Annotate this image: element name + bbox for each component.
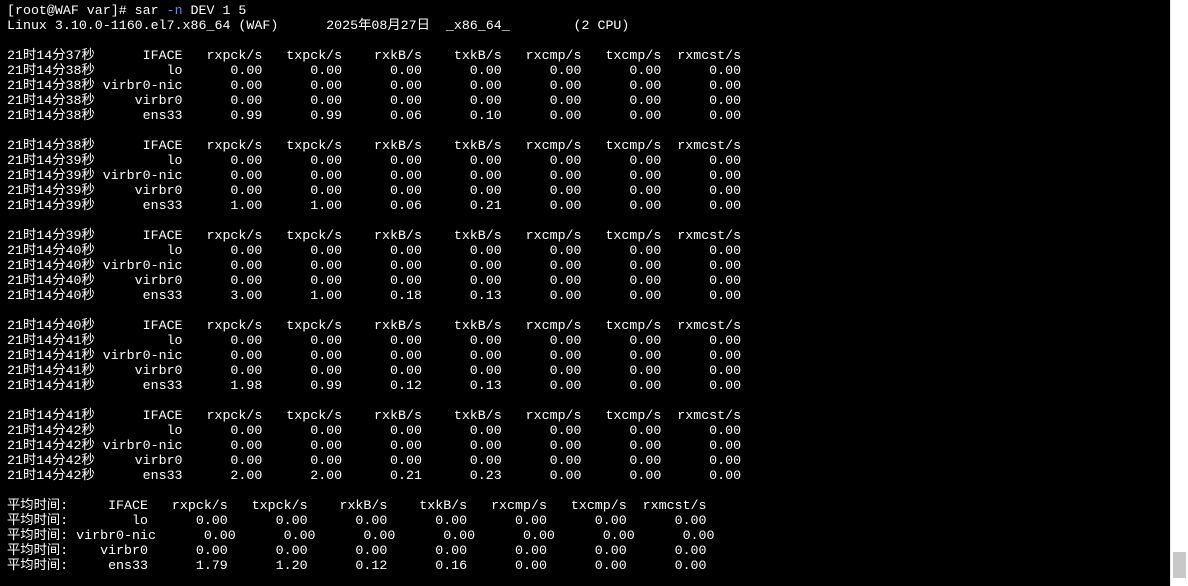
output-line: 21时14分41秒 ens33 1.98 0.99 0.12 0.13 0.00… [7,378,742,393]
output-line: 21时14分38秒 ens33 0.99 0.99 0.06 0.10 0.00… [7,108,742,123]
output-line: 21时14分42秒 virbr0 0.00 0.00 0.00 0.00 0.0… [7,453,742,468]
system-info-line: Linux 3.10.0-1160.el7.x86_64 (WAF) 2025年… [7,18,630,33]
output-line: 21时14分38秒 virbr0 0.00 0.00 0.00 0.00 0.0… [7,93,742,108]
output-line: 21时14分38秒 lo 0.00 0.00 0.00 0.00 0.00 0.… [7,63,742,78]
output-line: 平均时间: ens33 1.79 1.20 0.12 0.16 0.00 0.0… [7,558,707,573]
command-args: DEV 1 5 [182,3,247,18]
output-line: 21时14分40秒 virbr0 0.00 0.00 0.00 0.00 0.0… [7,273,742,288]
vertical-scrollbar[interactable] [1170,0,1188,586]
output-line: 21时14分40秒 ens33 3.00 1.00 0.18 0.13 0.00… [7,288,742,303]
output-line: 21时14分41秒 virbr0-nic 0.00 0.00 0.00 0.00… [7,348,742,363]
output-line: 平均时间: virbr0-nic 0.00 0.00 0.00 0.00 0.0… [7,528,715,543]
output-line: 21时14分39秒 IFACE rxpck/s txpck/s rxkB/s t… [7,228,742,243]
output-line: 平均时间: lo 0.00 0.00 0.00 0.00 0.00 0.00 0… [7,513,707,528]
command-line: [root@WAF var]# sar -n DEV 1 5 [7,3,1170,18]
output-line: 21时14分40秒 virbr0-nic 0.00 0.00 0.00 0.00… [7,258,742,273]
output-line: 21时14分40秒 IFACE rxpck/s txpck/s rxkB/s t… [7,318,742,333]
command-flag: -n [166,3,183,18]
output-line: 21时14分42秒 virbr0-nic 0.00 0.00 0.00 0.00… [7,438,742,453]
output-line: 21时14分39秒 ens33 1.00 1.00 0.06 0.21 0.00… [7,198,742,213]
output-line: 21时14分41秒 lo 0.00 0.00 0.00 0.00 0.00 0.… [7,333,742,348]
output-line: 21时14分38秒 IFACE rxpck/s txpck/s rxkB/s t… [7,138,742,153]
output-line: 21时14分38秒 virbr0-nic 0.00 0.00 0.00 0.00… [7,78,742,93]
command-name: sar [134,3,167,18]
output-line: 21时14分42秒 ens33 2.00 2.00 0.21 0.23 0.00… [7,468,742,483]
output-line: 21时14分39秒 virbr0 0.00 0.00 0.00 0.00 0.0… [7,183,742,198]
output-line: 21时14分37秒 IFACE rxpck/s txpck/s rxkB/s t… [7,48,742,63]
output-line: 21时14分41秒 IFACE rxpck/s txpck/s rxkB/s t… [7,408,742,423]
output-line: 平均时间: IFACE rxpck/s txpck/s rxkB/s txkB/… [7,498,707,513]
output-line: 21时14分40秒 lo 0.00 0.00 0.00 0.00 0.00 0.… [7,243,742,258]
terminal-output[interactable]: [root@WAF var]# sar -n DEV 1 5 Linux 3.1… [0,0,1170,586]
shell-prompt: [root@WAF var]# [7,3,135,18]
output-line: 21时14分42秒 lo 0.00 0.00 0.00 0.00 0.00 0.… [7,423,742,438]
output-line: 21时14分41秒 virbr0 0.00 0.00 0.00 0.00 0.0… [7,363,742,378]
output-lines: 21时14分37秒 IFACE rxpck/s txpck/s rxkB/s t… [7,33,1170,573]
scrollbar-thumb[interactable] [1173,552,1186,578]
output-line: 21时14分39秒 lo 0.00 0.00 0.00 0.00 0.00 0.… [7,153,742,168]
output-line: 平均时间: virbr0 0.00 0.00 0.00 0.00 0.00 0.… [7,543,707,558]
output-line: 21时14分39秒 virbr0-nic 0.00 0.00 0.00 0.00… [7,168,742,183]
